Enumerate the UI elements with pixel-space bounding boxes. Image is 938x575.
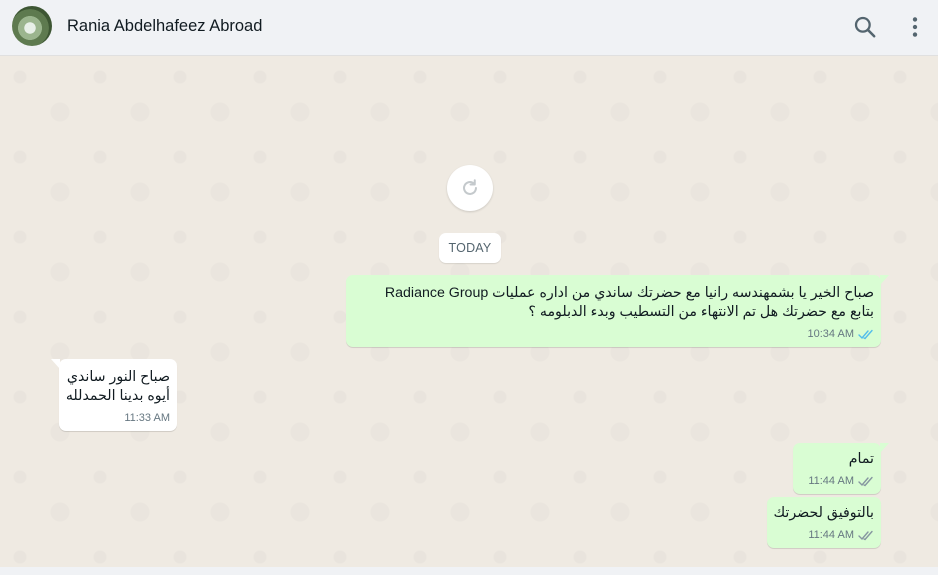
message-bubble-outgoing[interactable]: بالتوفيق لحضرتك 11:44 AM (767, 497, 881, 548)
contact-avatar[interactable] (12, 6, 52, 46)
footer-bar (0, 567, 938, 575)
message-meta: 11:44 AM (808, 526, 874, 545)
message-meta: 10:34 AM (808, 325, 874, 344)
message-bubble-incoming[interactable]: صباح النور ساندي أيوه بدينا الحمدلله 11:… (51, 359, 177, 431)
message-text: صباح النور ساندي أيوه بدينا الحمدلله (65, 369, 170, 404)
contact-name[interactable]: Rania Abdelhafeez Abroad (67, 17, 262, 36)
delivered-ticks-icon (858, 476, 874, 487)
message-text: تمام (848, 451, 874, 467)
message-text: صباح الخير يا بشمهندسه رانيا مع حضرتك سا… (384, 285, 874, 320)
message-text: بالتوفيق لحضرتك (773, 505, 874, 521)
date-separator: TODAY (439, 233, 501, 263)
chat-area: TODAY صباح الخير يا بشمهندسه رانيا مع حض… (0, 57, 938, 567)
message-meta: 11:33 AM (124, 409, 170, 428)
menu-icon[interactable] (902, 14, 928, 40)
message-time: 10:34 AM (807, 328, 854, 340)
message-bubble-outgoing[interactable]: صباح الخير يا بشمهندسه رانيا مع حضرتك سا… (346, 275, 889, 347)
message-bubble-outgoing[interactable]: تمام 11:44 AM (793, 443, 889, 494)
message-meta: 11:44 AM (808, 472, 874, 491)
search-icon[interactable] (852, 14, 878, 40)
message-time: 11:44 AM (808, 475, 854, 487)
chat-header: Rania Abdelhafeez Abroad (0, 0, 938, 56)
delivered-ticks-icon (858, 530, 874, 541)
read-ticks-icon (858, 329, 874, 340)
refresh-icon (463, 179, 477, 195)
message-time: 11:33 AM (124, 412, 170, 424)
load-earlier-button[interactable] (447, 165, 493, 211)
message-time: 11:44 AM (808, 529, 854, 541)
